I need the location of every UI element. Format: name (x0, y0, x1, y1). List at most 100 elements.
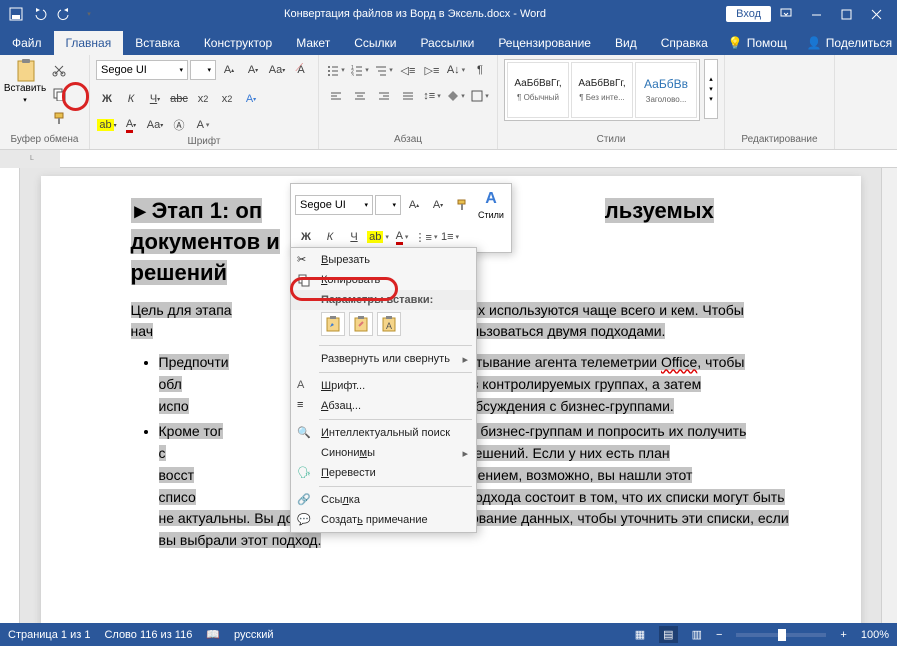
print-layout-button[interactable]: ▤ (659, 626, 677, 643)
format-painter-button[interactable] (48, 107, 70, 129)
shading-button[interactable] (445, 85, 467, 107)
paste-text-only[interactable]: A (377, 312, 401, 336)
tell-me[interactable]: 💡Помощ (720, 31, 795, 55)
decrease-indent-button[interactable]: ◁≡ (397, 59, 419, 81)
mini-underline[interactable]: Ч (343, 226, 365, 248)
shrink-font-button[interactable]: A▾ (242, 59, 264, 81)
font-color-button[interactable]: A▾ (120, 114, 142, 136)
increase-indent-button[interactable]: ▷≡ (421, 59, 443, 81)
grow-font-button[interactable]: A▴ (218, 59, 240, 81)
zoom-level[interactable]: 100% (861, 629, 889, 641)
enclose-button[interactable]: Ⓐ (168, 114, 190, 136)
highlight-button[interactable]: ab▾ (96, 114, 118, 136)
paste-button[interactable]: Вставить ▾ (6, 59, 44, 106)
sort-button[interactable]: A↓ (445, 59, 467, 81)
mini-size-combo[interactable]: ▾ (375, 195, 401, 215)
numbering-button[interactable]: 123 (349, 59, 371, 81)
mini-font-color[interactable]: A (391, 226, 413, 248)
ribbon-options-icon[interactable] (779, 7, 793, 21)
tab-help[interactable]: Справка (649, 31, 720, 55)
spellcheck-icon[interactable]: 📖 (206, 628, 220, 641)
bold-button[interactable]: Ж (96, 88, 118, 110)
tab-home[interactable]: Главная (54, 31, 124, 55)
style-heading1[interactable]: АаБбВвЗаголово... (635, 62, 697, 118)
justify-button[interactable] (397, 85, 419, 107)
tab-file[interactable]: Файл (0, 31, 54, 55)
italic-button[interactable]: К (120, 88, 142, 110)
paste-keep-source[interactable] (321, 312, 345, 336)
mini-font-combo[interactable]: Segoe UI▾ (295, 195, 373, 215)
font-size-combo[interactable]: ▾ (190, 60, 216, 80)
mini-styles-button[interactable]: AСтили (475, 188, 507, 222)
close-button[interactable] (861, 0, 891, 28)
tab-review[interactable]: Рецензирование (486, 31, 603, 55)
mini-shrink-font[interactable]: A▾ (427, 194, 449, 216)
tab-mailings[interactable]: Рассылки (408, 31, 486, 55)
mini-bullets[interactable]: ⋮≡ (415, 226, 437, 248)
style-normal[interactable]: АаБбВвГг,¶ Обычный (507, 62, 569, 118)
multilevel-button[interactable] (373, 59, 395, 81)
maximize-button[interactable] (831, 0, 861, 28)
ctx-translate[interactable]: 🗣Перевести (291, 463, 476, 483)
ctx-font[interactable]: AШрифт... (291, 376, 476, 396)
line-spacing-button[interactable]: ↕≡ (421, 85, 443, 107)
zoom-in-button[interactable]: + (840, 629, 846, 641)
font-name-combo[interactable]: Segoe UI▾ (96, 60, 188, 80)
align-center-button[interactable] (349, 85, 371, 107)
page-indicator[interactable]: Страница 1 из 1 (8, 629, 90, 641)
redo-icon[interactable] (56, 6, 72, 22)
read-mode-button[interactable]: ▦ (635, 628, 645, 641)
tab-view[interactable]: Вид (603, 31, 649, 55)
zoom-slider[interactable] (736, 633, 826, 637)
style-no-spacing[interactable]: АаБбВвГг,¶ Без инте... (571, 62, 633, 118)
underline-button[interactable]: Ч▾ (144, 88, 166, 110)
tab-insert[interactable]: Вставка (123, 31, 192, 55)
minimize-button[interactable] (801, 0, 831, 28)
share-button[interactable]: 👤Поделиться (799, 31, 897, 55)
borders-button[interactable] (469, 85, 491, 107)
zoom-out-button[interactable]: − (716, 629, 722, 641)
login-button[interactable]: Вход (726, 6, 771, 22)
font-dialog-launcher[interactable]: A (192, 114, 214, 136)
change-case-button[interactable]: Aa▾ (266, 59, 288, 81)
tab-design[interactable]: Конструктор (192, 31, 284, 55)
mini-numbering[interactable]: 1≡ (439, 226, 461, 248)
ctx-smart-lookup[interactable]: 🔍Интеллектуальный поиск (291, 423, 476, 443)
vertical-ruler[interactable] (0, 168, 20, 623)
ctx-copy[interactable]: Копировать (291, 270, 476, 290)
align-left-button[interactable] (325, 85, 347, 107)
ctx-comment[interactable]: 💬Создать примечание (291, 510, 476, 530)
word-count[interactable]: Слово 116 из 116 (104, 629, 192, 641)
char-shading-button[interactable]: Aa▾ (144, 114, 166, 136)
mini-italic[interactable]: К (319, 226, 341, 248)
mini-format-painter[interactable] (451, 194, 473, 216)
copy-button[interactable] (48, 83, 70, 105)
mini-highlight[interactable]: ab (367, 226, 389, 248)
vertical-scrollbar[interactable] (881, 168, 897, 623)
qat-more-icon[interactable] (80, 6, 96, 22)
paste-merge[interactable] (349, 312, 373, 336)
undo-icon[interactable] (32, 6, 48, 22)
show-marks-button[interactable]: ¶ (469, 59, 491, 81)
web-layout-button[interactable]: ▥ (692, 628, 702, 641)
tab-references[interactable]: Ссылки (342, 31, 408, 55)
ctx-cut[interactable]: ✂ВВырезатьырезать (291, 250, 476, 270)
subscript-button[interactable]: x2 (192, 88, 214, 110)
horizontal-ruler[interactable]: L (0, 150, 897, 168)
align-right-button[interactable] (373, 85, 395, 107)
clear-format-button[interactable]: A⟋ (290, 59, 312, 81)
superscript-button[interactable]: x2 (216, 88, 238, 110)
mini-grow-font[interactable]: A▴ (403, 194, 425, 216)
styles-scroll[interactable]: ▴▾▾ (704, 59, 718, 119)
ctx-paragraph[interactable]: ≡Абзац... (291, 396, 476, 416)
mini-bold[interactable]: Ж (295, 226, 317, 248)
strike-button[interactable]: abc (168, 88, 190, 110)
cut-button[interactable] (48, 59, 70, 81)
ctx-synonyms[interactable]: СинонимыСинонимы (291, 443, 476, 463)
save-icon[interactable] (8, 6, 24, 22)
ctx-expand[interactable]: Развернуть или свернуть (291, 349, 476, 369)
bullets-button[interactable] (325, 59, 347, 81)
ctx-link[interactable]: 🔗Ссылка (291, 490, 476, 510)
text-effects-button[interactable]: A▾ (240, 88, 262, 110)
tab-layout[interactable]: Макет (284, 31, 342, 55)
